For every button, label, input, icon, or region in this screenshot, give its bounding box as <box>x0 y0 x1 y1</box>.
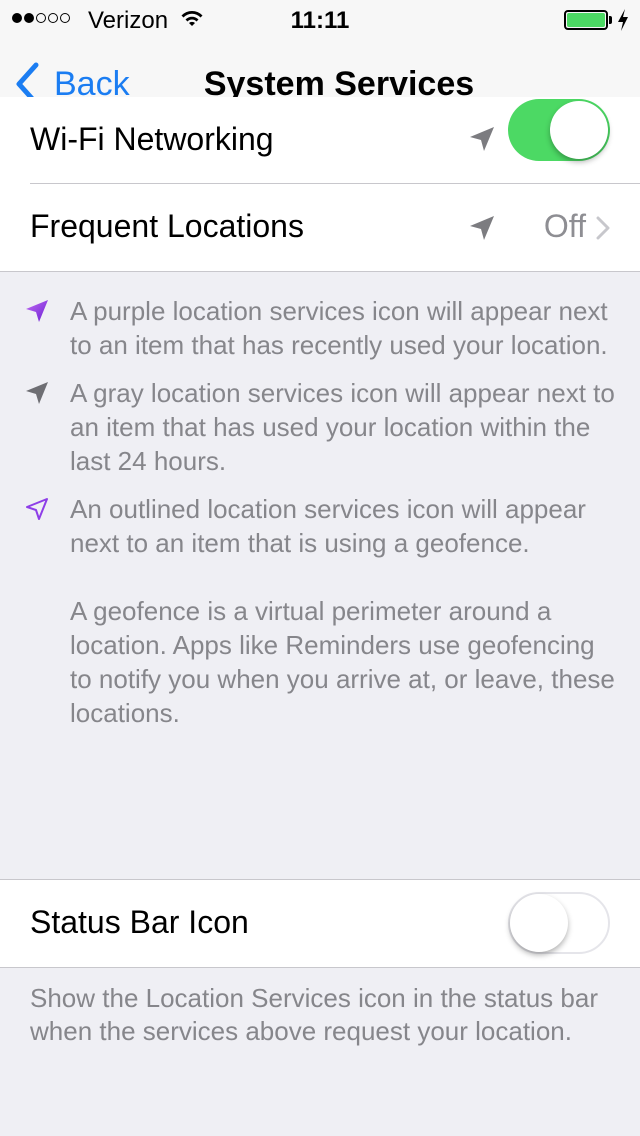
row-label: Wi-Fi Networking <box>30 121 274 157</box>
location-arrow-purple-icon <box>26 300 48 322</box>
battery-nub <box>609 16 612 24</box>
clock: 11:11 <box>290 7 350 34</box>
legend-item-outlined: An outlined location services icon will … <box>0 492 640 560</box>
row-frequent-locations[interactable]: Frequent Locations Off <box>0 184 640 271</box>
row-label: Status Bar Icon <box>30 904 249 940</box>
wifi-networking-toggle[interactable] <box>508 99 610 161</box>
services-group: Wi-Fi Networking Frequent Locations Off <box>0 97 640 272</box>
status-bar-icon-footer: Show the Location Services icon in the s… <box>30 983 598 1046</box>
geofence-note: A geofence is a virtual perimeter around… <box>70 596 615 728</box>
legend-text: An outlined location services icon will … <box>70 494 586 558</box>
row-wifi-networking: Wi-Fi Networking <box>0 97 640 184</box>
battery-icon <box>564 10 608 30</box>
legend-item-gray: A gray location services icon will appea… <box>0 376 640 478</box>
status-bar-icon-toggle[interactable] <box>508 892 610 954</box>
legend-text: A purple location services icon will app… <box>70 296 608 360</box>
status-bar-icon-group: Status Bar Icon <box>0 879 640 968</box>
location-arrow-gray-icon <box>26 382 48 404</box>
charging-bolt-icon <box>618 9 628 31</box>
row-value: Off <box>543 208 586 244</box>
row-status-bar-icon: Status Bar Icon <box>0 880 640 967</box>
chevron-right-icon <box>596 216 610 240</box>
legend-text: A gray location services icon will appea… <box>70 378 615 476</box>
icon-legend: A purple location services icon will app… <box>0 294 640 730</box>
location-arrow-outline-purple-icon <box>26 498 48 520</box>
row-label: Frequent Locations <box>30 208 304 244</box>
location-arrow-gray-icon <box>470 127 494 151</box>
legend-item-purple: A purple location services icon will app… <box>0 294 640 362</box>
status-bar: Verizon 11:11 <box>0 0 640 40</box>
location-arrow-gray-icon <box>470 216 494 240</box>
